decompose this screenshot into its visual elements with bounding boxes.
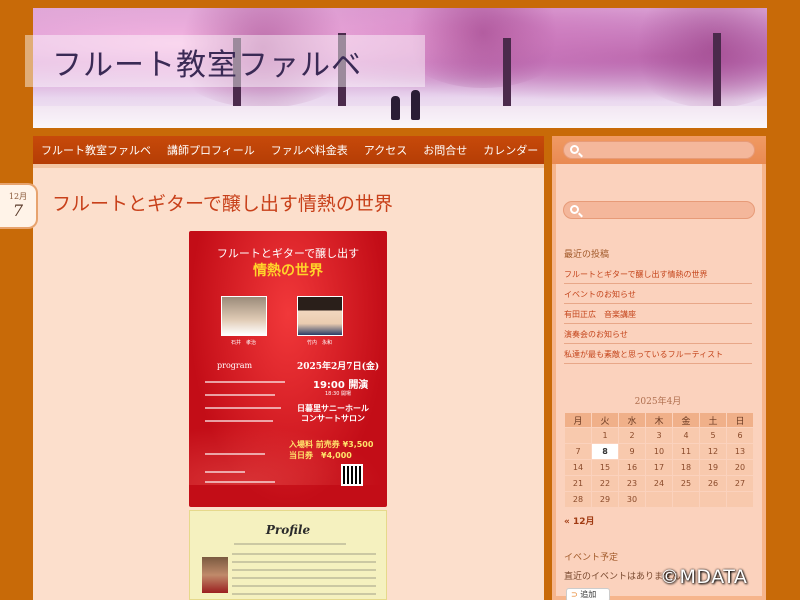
calendar-day: 12 <box>700 444 726 459</box>
watermark: ©MDATA <box>660 566 748 588</box>
calendar-day: 5 <box>700 428 726 443</box>
calendar-day: 10 <box>646 444 672 459</box>
calendar-body: 1 2 3 4 5 6 7 8 9 10 11 12 13 14 15 16 17 18 19 20 21 22 23 24 2… <box>565 428 753 507</box>
recent-posts-heading: 最近の投稿 <box>564 250 610 260</box>
calendar-day: 21 <box>565 476 591 491</box>
calendar-day: 22 <box>592 476 618 491</box>
calendar-day: 24 <box>646 476 672 491</box>
calendar-day: 27 <box>727 476 753 491</box>
calendar-day: 25 <box>673 476 699 491</box>
calendar-empty-cell <box>565 428 591 443</box>
calendar-week-row: 7 8 9 10 11 12 13 <box>565 444 753 459</box>
calendar-day: 17 <box>646 460 672 475</box>
recent-post-item[interactable]: フルートとギターで醸し出す情熱の世界 <box>564 264 752 284</box>
calendar-day: 23 <box>619 476 645 491</box>
calendar-week-row: 21 22 23 24 25 26 27 <box>565 476 753 491</box>
calendar-caption: 2025年4月 <box>634 397 682 407</box>
performer-photo-2 <box>297 296 343 336</box>
nav-item-fees[interactable]: ファルベ料金表 <box>271 142 348 158</box>
poster-program-label: program <box>217 361 253 370</box>
calendar-day: 19 <box>700 460 726 475</box>
post-day: 7 <box>12 201 24 220</box>
qr-code-icon <box>341 464 363 486</box>
poster-price: 入場料 前売券 ¥3,500 当日券 ¥4,000 <box>289 439 373 461</box>
rss-icon: ⊃ <box>571 590 578 599</box>
site-title[interactable]: フルート教室ファルベ <box>52 40 362 84</box>
search-icon <box>570 145 579 154</box>
add-calendar-label: 追加 <box>580 590 597 599</box>
calendar-day: 11 <box>673 444 699 459</box>
calendar-week-row: 123456 <box>565 428 753 443</box>
calendar-week-row: 14 15 16 17 18 19 20 <box>565 460 753 475</box>
calendar-day: 16 <box>619 460 645 475</box>
calendar-day: 29 <box>592 492 618 507</box>
calendar-empty-cell <box>700 492 726 507</box>
poster-price-door: 当日券 ¥4,000 <box>289 451 352 460</box>
post-date-badge: 12月 7 <box>0 183 38 229</box>
calendar-weekday: 日 <box>727 413 753 427</box>
nav-item-contact[interactable]: お問合せ <box>423 142 467 158</box>
profile-title: Profile <box>265 523 311 537</box>
calendar-day: 7 <box>565 444 591 459</box>
performer-name-2: 竹内 永和 <box>307 340 333 346</box>
calendar-weekday: 水 <box>619 413 645 427</box>
recent-post-item[interactable]: イベントのお知らせ <box>564 284 752 304</box>
nav-item-calendar[interactable]: カレンダー <box>483 142 538 158</box>
concert-poster-image[interactable]: フルートとギターで醸し出す 情熱の世界 石井 孝治 竹内 永和 program … <box>189 231 387 507</box>
post-title[interactable]: フルートとギターで醸し出す情熱の世界 <box>52 189 393 216</box>
calendar-day: 1 <box>592 428 618 443</box>
calendar-weekday: 月 <box>565 413 591 427</box>
calendar-day: 13 <box>727 444 753 459</box>
recent-posts-list: フルートとギターで醸し出す情熱の世界 イベントのお知らせ 有田正広 音楽講座 演… <box>564 264 752 364</box>
search-input[interactable] <box>563 201 755 219</box>
calendar-empty-cell <box>673 492 699 507</box>
calendar-day: 28 <box>565 492 591 507</box>
nav-item-teacher-profile[interactable]: 講師プロフィール <box>167 142 255 158</box>
nav-item-access[interactable]: アクセス <box>364 142 407 158</box>
calendar-day: 14 <box>565 460 591 475</box>
search-input-top[interactable] <box>563 141 755 159</box>
calendar-day: 30 <box>619 492 645 507</box>
calendar-empty-cell <box>727 492 753 507</box>
add-calendar-button[interactable]: ⊃ 追加 <box>566 588 610 600</box>
calendar-empty-cell <box>646 492 672 507</box>
main-nav: フルート教室ファルベ 講師プロフィール ファルベ料金表 アクセス お問合せ カレ… <box>33 136 544 164</box>
poster-venue: 日暮里サニーホール コンサートサロン <box>297 403 369 423</box>
calendar-weekday: 土 <box>700 413 726 427</box>
search-icon <box>570 205 579 214</box>
calendar-day: 2 <box>619 428 645 443</box>
events-heading: イベント予定 <box>564 553 619 563</box>
performer-name-1: 石井 孝治 <box>231 340 257 346</box>
poster-doors: 18:30 開場 <box>325 391 351 397</box>
calendar-table: 月 火 水 木 金 土 日 1 2 3 4 5 6 7 8 9 10 11 12 13 14 15 16 17 1… <box>564 412 754 508</box>
calendar-week-row: 28 29 30 <box>565 492 753 507</box>
calendar-weekday: 金 <box>673 413 699 427</box>
recent-post-item[interactable]: 私達が最も素敵と思っているフルーティスト <box>564 344 752 364</box>
profile-image[interactable]: Profile <box>189 510 387 600</box>
calendar-day: 26 <box>700 476 726 491</box>
nav-item-home[interactable]: フルート教室ファルベ <box>41 142 151 158</box>
calendar-day: 4 <box>673 428 699 443</box>
calendar-day: 15 <box>592 460 618 475</box>
calendar-weekday: 木 <box>646 413 672 427</box>
calendar-day: 9 <box>619 444 645 459</box>
calendar-day: 3 <box>646 428 672 443</box>
poster-headline: 情熱の世界 <box>253 263 323 279</box>
poster-date: 2025年2月7日(金) <box>297 362 380 372</box>
calendar-weekday: 火 <box>592 413 618 427</box>
calendar-day: 6 <box>727 428 753 443</box>
calendar-day: 20 <box>727 460 753 475</box>
poster-subtitle: フルートとギターで醸し出す <box>216 247 360 260</box>
recent-post-item[interactable]: 演奏会のお知らせ <box>564 324 752 344</box>
calendar-day: 8 <box>592 444 618 459</box>
calendar-prev-link[interactable]: « 12月 <box>564 514 594 527</box>
poster-price-advance: 入場料 前売券 ¥3,500 <box>289 440 374 449</box>
calendar-day: 18 <box>673 460 699 475</box>
performer-photo-1 <box>221 296 267 336</box>
recent-post-item[interactable]: 有田正広 音楽講座 <box>564 304 752 324</box>
profile-photo <box>202 557 228 593</box>
